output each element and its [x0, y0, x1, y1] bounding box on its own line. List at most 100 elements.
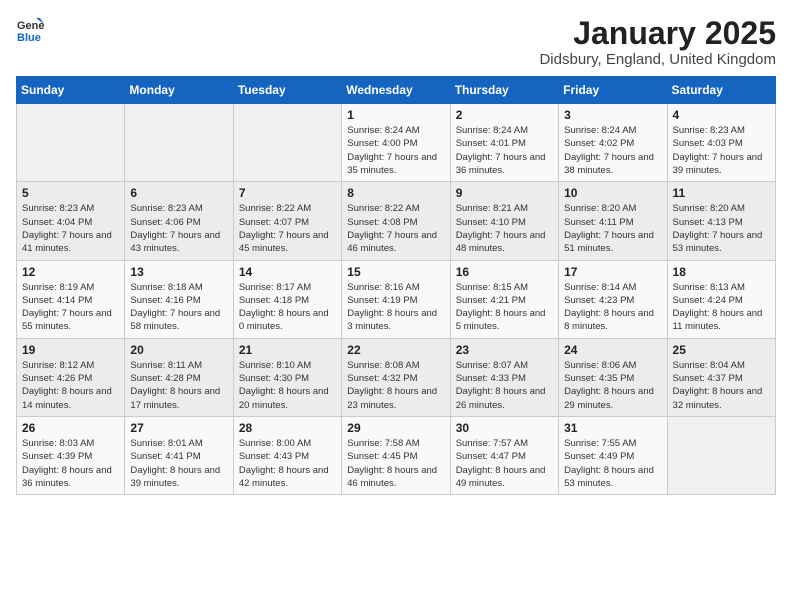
calendar-day-cell: 23Sunrise: 8:07 AM Sunset: 4:33 PM Dayli… — [450, 338, 558, 416]
day-info: Sunrise: 8:20 AM Sunset: 4:13 PM Dayligh… — [673, 202, 770, 255]
day-number: 26 — [22, 421, 119, 435]
day-number: 30 — [456, 421, 553, 435]
day-info: Sunrise: 8:23 AM Sunset: 4:04 PM Dayligh… — [22, 202, 119, 255]
day-info: Sunrise: 8:24 AM Sunset: 4:01 PM Dayligh… — [456, 124, 553, 177]
day-info: Sunrise: 8:18 AM Sunset: 4:16 PM Dayligh… — [130, 281, 227, 334]
day-info: Sunrise: 8:04 AM Sunset: 4:37 PM Dayligh… — [673, 359, 770, 412]
calendar-day-cell: 16 Sunrise: 8:15 AM Sunset: 4:21 PM Dayli… — [450, 260, 558, 338]
calendar-table: SundayMondayTuesdayWednesdayThursdayFrid… — [16, 76, 776, 495]
day-number: 2 — [456, 108, 553, 122]
day-number: 22 — [347, 343, 444, 357]
calendar-day-cell: 31 Sunrise: 7:55 AM Sunset: 4:49 PM Dayli… — [559, 416, 667, 494]
day-number: 18 — [673, 265, 770, 279]
calendar-day-cell: 17 Sunrise: 8:14 AM Sunset: 4:23 PM Dayli… — [559, 260, 667, 338]
day-info: Sunrise: 7:57 AM Sunset: 4:47 PM Dayligh… — [456, 437, 553, 490]
calendar-day-cell: 27Sunrise: 8:01 AM Sunset: 4:41 PM Dayli… — [125, 416, 233, 494]
day-info: Sunrise: 8:24 AM Sunset: 4:02 PM Dayligh… — [564, 124, 661, 177]
calendar-day-cell: 30 Sunrise: 7:57 AM Sunset: 4:47 PM Dayli… — [450, 416, 558, 494]
calendar-day-cell — [667, 416, 775, 494]
day-number: 4 — [673, 108, 770, 122]
title-area: January 2025 Didsbury, England, United K… — [539, 16, 776, 68]
day-info: Sunrise: 8:06 AM Sunset: 4:35 PM Dayligh… — [564, 359, 661, 412]
calendar-day-cell: 6 Sunrise: 8:23 AM Sunset: 4:06 PM Daylig… — [125, 182, 233, 260]
calendar-day-cell: 20 Sunrise: 8:11 AM Sunset: 4:28 PM Dayli… — [125, 338, 233, 416]
day-number: 27 — [130, 421, 227, 435]
day-info: Sunrise: 8:24 AM Sunset: 4:00 PM Dayligh… — [347, 124, 444, 177]
day-number: 15 — [347, 265, 444, 279]
day-number: 6 — [130, 186, 227, 200]
calendar-day-cell: 22 Sunrise: 8:08 AM Sunset: 4:32 PM Dayli… — [342, 338, 450, 416]
calendar-day-cell: 13Sunrise: 8:18 AM Sunset: 4:16 PM Dayli… — [125, 260, 233, 338]
day-number: 17 — [564, 265, 661, 279]
day-info: Sunrise: 8:12 AM Sunset: 4:26 PM Dayligh… — [22, 359, 119, 412]
svg-text:Blue: Blue — [17, 32, 41, 44]
calendar-day-cell: 14 Sunrise: 8:17 AM Sunset: 4:18 PM Dayli… — [233, 260, 341, 338]
day-number: 25 — [673, 343, 770, 357]
logo: General Blue — [16, 16, 44, 44]
day-info: Sunrise: 8:23 AM Sunset: 4:03 PM Dayligh… — [673, 124, 770, 177]
day-info: Sunrise: 8:21 AM Sunset: 4:10 PM Dayligh… — [456, 202, 553, 255]
day-number: 14 — [239, 265, 336, 279]
calendar-day-cell: 28Sunrise: 8:00 AM Sunset: 4:43 PM Dayli… — [233, 416, 341, 494]
day-info: Sunrise: 8:22 AM Sunset: 4:07 PM Dayligh… — [239, 202, 336, 255]
calendar-week-row: 1Sunrise: 8:24 AM Sunset: 4:00 PM Daylig… — [17, 104, 776, 182]
calendar-day-cell: 1Sunrise: 8:24 AM Sunset: 4:00 PM Daylig… — [342, 104, 450, 182]
day-info: Sunrise: 8:14 AM Sunset: 4:23 PM Dayligh… — [564, 281, 661, 334]
day-info: Sunrise: 8:03 AM Sunset: 4:39 PM Dayligh… — [22, 437, 119, 490]
calendar-day-cell — [233, 104, 341, 182]
calendar-day-cell: 12 Sunrise: 8:19 AM Sunset: 4:14 PM Dayli… — [17, 260, 125, 338]
calendar-day-cell: 2 Sunrise: 8:24 AM Sunset: 4:01 PM Daylig… — [450, 104, 558, 182]
day-info: Sunrise: 7:55 AM Sunset: 4:49 PM Dayligh… — [564, 437, 661, 490]
day-number: 31 — [564, 421, 661, 435]
day-info: Sunrise: 8:16 AM Sunset: 4:19 PM Dayligh… — [347, 281, 444, 334]
calendar-day-cell: 29 Sunrise: 7:58 AM Sunset: 4:45 PM Dayli… — [342, 416, 450, 494]
calendar-day-cell: 7 Sunrise: 8:22 AM Sunset: 4:07 PM Daylig… — [233, 182, 341, 260]
day-info: Sunrise: 8:17 AM Sunset: 4:18 PM Dayligh… — [239, 281, 336, 334]
day-number: 8 — [347, 186, 444, 200]
day-number: 12 — [22, 265, 119, 279]
calendar-day-cell: 24Sunrise: 8:06 AM Sunset: 4:35 PM Dayli… — [559, 338, 667, 416]
day-info: Sunrise: 8:10 AM Sunset: 4:30 PM Dayligh… — [239, 359, 336, 412]
calendar-day-cell: 9 Sunrise: 8:21 AM Sunset: 4:10 PM Daylig… — [450, 182, 558, 260]
day-of-week-header: Tuesday — [233, 77, 341, 104]
day-number: 16 — [456, 265, 553, 279]
day-of-week-header: Wednesday — [342, 77, 450, 104]
day-of-week-header: Monday — [125, 77, 233, 104]
day-info: Sunrise: 8:20 AM Sunset: 4:11 PM Dayligh… — [564, 202, 661, 255]
day-info: Sunrise: 8:11 AM Sunset: 4:28 PM Dayligh… — [130, 359, 227, 412]
day-info: Sunrise: 7:58 AM Sunset: 4:45 PM Dayligh… — [347, 437, 444, 490]
calendar-day-cell: 18 Sunrise: 8:13 AM Sunset: 4:24 PM Dayli… — [667, 260, 775, 338]
calendar-week-row: 19 Sunrise: 8:12 AM Sunset: 4:26 PM Dayli… — [17, 338, 776, 416]
calendar-day-cell: 3Sunrise: 8:24 AM Sunset: 4:02 PM Daylig… — [559, 104, 667, 182]
calendar-day-cell: 15 Sunrise: 8:16 AM Sunset: 4:19 PM Dayli… — [342, 260, 450, 338]
calendar-day-cell: 10Sunrise: 8:20 AM Sunset: 4:11 PM Dayli… — [559, 182, 667, 260]
day-number: 21 — [239, 343, 336, 357]
location: Didsbury, England, United Kingdom — [539, 51, 776, 68]
month-title: January 2025 — [539, 16, 776, 51]
calendar-week-row: 12 Sunrise: 8:19 AM Sunset: 4:14 PM Dayli… — [17, 260, 776, 338]
day-number: 20 — [130, 343, 227, 357]
calendar-day-cell — [125, 104, 233, 182]
day-info: Sunrise: 8:19 AM Sunset: 4:14 PM Dayligh… — [22, 281, 119, 334]
calendar-day-cell: 4 Sunrise: 8:23 AM Sunset: 4:03 PM Daylig… — [667, 104, 775, 182]
day-number: 11 — [673, 186, 770, 200]
day-info: Sunrise: 8:00 AM Sunset: 4:43 PM Dayligh… — [239, 437, 336, 490]
day-of-week-header: Saturday — [667, 77, 775, 104]
calendar-day-cell: 11 Sunrise: 8:20 AM Sunset: 4:13 PM Dayli… — [667, 182, 775, 260]
day-number: 5 — [22, 186, 119, 200]
day-info: Sunrise: 8:13 AM Sunset: 4:24 PM Dayligh… — [673, 281, 770, 334]
day-number: 7 — [239, 186, 336, 200]
svg-text:General: General — [17, 20, 44, 32]
day-info: Sunrise: 8:08 AM Sunset: 4:32 PM Dayligh… — [347, 359, 444, 412]
calendar-day-cell: 5 Sunrise: 8:23 AM Sunset: 4:04 PM Daylig… — [17, 182, 125, 260]
day-number: 9 — [456, 186, 553, 200]
day-number: 19 — [22, 343, 119, 357]
day-info: Sunrise: 8:22 AM Sunset: 4:08 PM Dayligh… — [347, 202, 444, 255]
day-number: 29 — [347, 421, 444, 435]
day-info: Sunrise: 8:15 AM Sunset: 4:21 PM Dayligh… — [456, 281, 553, 334]
calendar-day-cell: 8 Sunrise: 8:22 AM Sunset: 4:08 PM Daylig… — [342, 182, 450, 260]
calendar-day-cell: 21 Sunrise: 8:10 AM Sunset: 4:30 PM Dayli… — [233, 338, 341, 416]
header: General Blue January 2025 Didsbury, Engl… — [16, 16, 776, 68]
day-info: Sunrise: 8:23 AM Sunset: 4:06 PM Dayligh… — [130, 202, 227, 255]
day-of-week-header: Friday — [559, 77, 667, 104]
